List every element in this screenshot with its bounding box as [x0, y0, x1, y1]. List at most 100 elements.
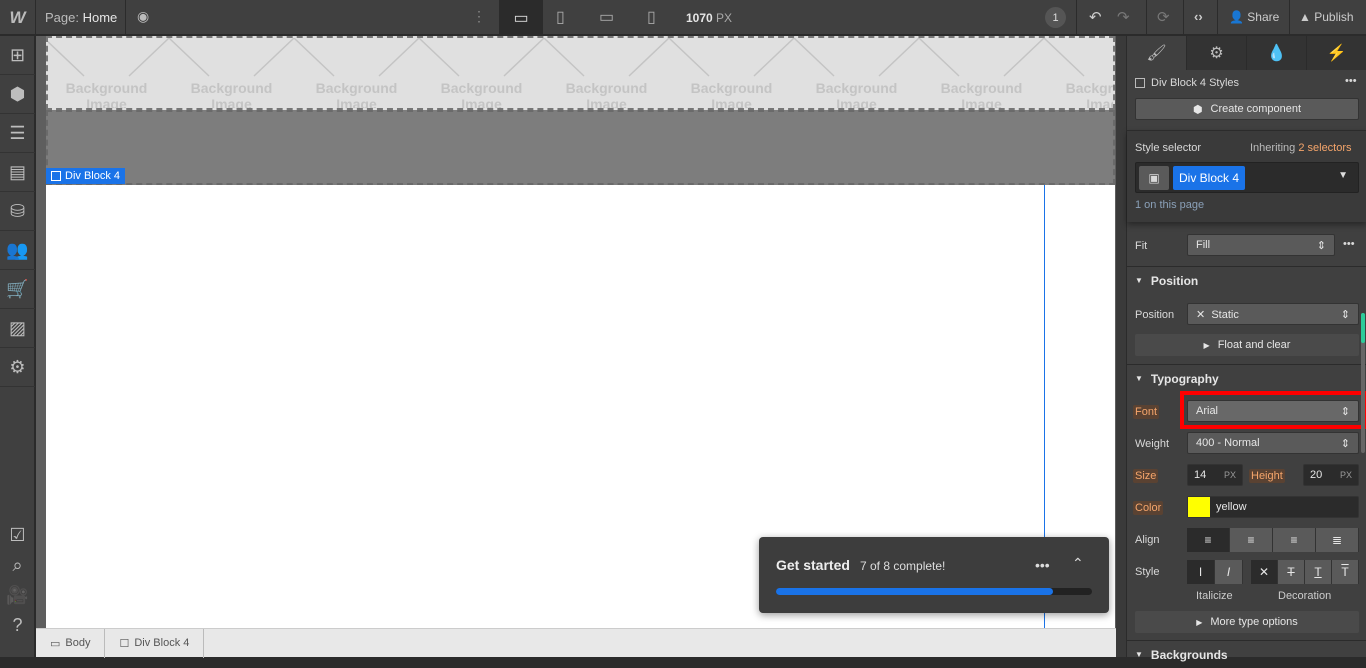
- tablet-breakpoint-icon[interactable]: ▯: [556, 7, 565, 27]
- size-input[interactable]: 14 PX: [1187, 464, 1243, 486]
- no-decoration-icon[interactable]: ✕: [1251, 560, 1278, 584]
- scrollbar-thumb[interactable]: [1361, 313, 1365, 343]
- navigator-icon[interactable]: ☰: [0, 114, 35, 153]
- fit-select[interactable]: Fill ⇕: [1187, 234, 1335, 256]
- regular-icon[interactable]: I: [1187, 560, 1215, 584]
- more-icon[interactable]: •••: [1343, 238, 1355, 250]
- get-started-widget[interactable]: Get started 7 of 8 complete! ••• ⌃: [759, 537, 1109, 613]
- fit-label: Fit: [1135, 240, 1148, 252]
- background-image-text: Background: [815, 80, 898, 96]
- inheriting-info[interactable]: Inheriting 2 selectors: [1250, 142, 1352, 154]
- selector-chip[interactable]: Div Block 4: [1173, 166, 1246, 190]
- share-button[interactable]: 👤 Share: [1229, 10, 1279, 24]
- align-left-icon[interactable]: ≡: [1187, 528, 1230, 552]
- on-page-count: 1 on this page: [1135, 199, 1205, 211]
- weight-select[interactable]: 400 - Normal ⇕: [1187, 432, 1359, 454]
- more-type-label: More type options: [1210, 616, 1298, 628]
- settings-tab-gear-icon[interactable]: ⚙: [1187, 36, 1247, 70]
- style-selector-input[interactable]: ▣ Div Block 4 ▼: [1135, 162, 1359, 193]
- chevron-up-icon[interactable]: ⌃: [1072, 555, 1084, 572]
- font-label: Font: [1133, 405, 1160, 419]
- size-unit[interactable]: PX: [1224, 470, 1236, 480]
- background-image-text: Background: [565, 80, 648, 96]
- style-selector-section: Style selector Inheriting 2 selectors ▣ …: [1127, 130, 1366, 222]
- top-bar: W Page: Home ◉ ⋮ ▭ ▯ ▭ ▯ 1070 PX 1 ↶ ↷ ⟳…: [0, 0, 1366, 35]
- panel-scrollbar[interactable]: [1361, 313, 1365, 453]
- float-clear-button[interactable]: ▶ Float and clear: [1135, 334, 1359, 356]
- lightning-tab-icon[interactable]: ⚡: [1307, 36, 1366, 70]
- rocket-icon: ▲: [1299, 10, 1311, 24]
- tasks-icon[interactable]: ☑: [0, 520, 35, 550]
- selector-icon[interactable]: ▣: [1139, 166, 1169, 190]
- background-image-tile: BackgroundImage: [419, 38, 544, 108]
- help-icon[interactable]: ?: [0, 610, 35, 640]
- decoration-buttons: ✕ T T T: [1251, 560, 1359, 584]
- video-icon[interactable]: 🎥: [0, 580, 35, 610]
- search-icon[interactable]: ⌕: [0, 550, 35, 580]
- background-image-text: Background: [690, 80, 773, 96]
- get-started-status: 7 of 8 complete!: [860, 559, 946, 573]
- align-center-icon[interactable]: ≡: [1230, 528, 1273, 552]
- color-input[interactable]: yellow: [1187, 496, 1359, 518]
- interactions-tab-drops-icon[interactable]: 💧: [1247, 36, 1307, 70]
- publish-button[interactable]: ▲ Publish: [1299, 10, 1354, 24]
- more-icon[interactable]: •••: [1035, 557, 1050, 573]
- height-input[interactable]: 20 PX: [1303, 464, 1359, 486]
- italic-icon[interactable]: I: [1215, 560, 1243, 584]
- settings-icon[interactable]: ⚙: [0, 348, 35, 387]
- assets-icon[interactable]: ▨: [0, 309, 35, 348]
- breadcrumb-body[interactable]: ▭ Body: [36, 628, 106, 658]
- size-label: Size: [1133, 469, 1159, 483]
- notification-badge[interactable]: 1: [1045, 7, 1066, 28]
- webflow-logo[interactable]: W: [0, 0, 35, 35]
- more-type-options-button[interactable]: ▶ More type options: [1135, 611, 1359, 633]
- div-block-4[interactable]: [46, 110, 1115, 185]
- create-component-button[interactable]: ⬢ Create component: [1135, 98, 1359, 120]
- breadcrumb-div-block-4[interactable]: ☐ Div Block 4: [105, 628, 205, 658]
- typography-section-header[interactable]: ▼ Typography: [1127, 364, 1366, 392]
- selected-element-label[interactable]: Div Block 4: [46, 168, 126, 184]
- components-icon[interactable]: ⬢: [0, 75, 35, 114]
- underline-icon[interactable]: T: [1305, 560, 1332, 584]
- cms-icon[interactable]: ⛁: [0, 192, 35, 231]
- breadcrumb-label: Div Block 4: [134, 637, 190, 649]
- backgrounds-section-header[interactable]: ▼ Backgrounds: [1127, 640, 1366, 668]
- align-right-icon[interactable]: ≡: [1273, 528, 1316, 552]
- updown-icon: ⇕: [1316, 239, 1326, 252]
- add-icon[interactable]: ⊞: [0, 36, 35, 75]
- desktop-breakpoint-icon[interactable]: ▭: [499, 0, 543, 35]
- more-vertical-icon[interactable]: ⋮: [472, 8, 486, 25]
- height-value: 20: [1310, 469, 1323, 481]
- style-tab-brush-icon[interactable]: 🖌: [1127, 36, 1187, 70]
- typography-section-title: Typography: [1150, 371, 1219, 386]
- code-icon[interactable]: ‹›: [1194, 9, 1203, 24]
- position-section-header[interactable]: ▼ Position: [1127, 266, 1366, 294]
- ecommerce-icon[interactable]: 🛒: [0, 270, 35, 309]
- users-icon[interactable]: 👥: [0, 231, 35, 270]
- color-label: Color: [1133, 501, 1164, 515]
- height-unit[interactable]: PX: [1340, 470, 1352, 480]
- page-selector[interactable]: Page: Home: [45, 10, 117, 25]
- redo-icon[interactable]: ↷: [1117, 8, 1130, 26]
- background-image-placeholder[interactable]: Background Image Background Image Background…: [46, 36, 1115, 110]
- strikethrough-icon[interactable]: T: [1278, 560, 1305, 584]
- mobile-portrait-icon[interactable]: ▯: [647, 7, 656, 27]
- color-swatch[interactable]: [1188, 497, 1210, 517]
- background-image-text: Background: [65, 80, 148, 96]
- sync-icon[interactable]: ⟳: [1157, 8, 1170, 26]
- background-image-tile: BackgroundImage: [794, 38, 919, 108]
- preview-eye-icon[interactable]: ◉: [137, 8, 149, 25]
- align-justify-icon[interactable]: ≣: [1316, 528, 1359, 552]
- component-icon: ⬢: [1192, 103, 1203, 116]
- overline-icon[interactable]: T: [1332, 560, 1359, 584]
- more-icon[interactable]: •••: [1345, 75, 1357, 87]
- position-select[interactable]: ✕ Static ⇕: [1187, 303, 1359, 325]
- mobile-landscape-icon[interactable]: ▭: [599, 7, 614, 27]
- undo-icon[interactable]: ↶: [1089, 8, 1102, 26]
- background-image-tile: BackgroundImage: [48, 38, 169, 108]
- font-select[interactable]: Arial ⇕: [1187, 400, 1359, 422]
- close-icon: ✕: [1196, 308, 1206, 321]
- pages-icon[interactable]: ▤: [0, 153, 35, 192]
- caret-down-icon[interactable]: ▼: [1338, 170, 1348, 181]
- position-label: Position: [1135, 309, 1175, 321]
